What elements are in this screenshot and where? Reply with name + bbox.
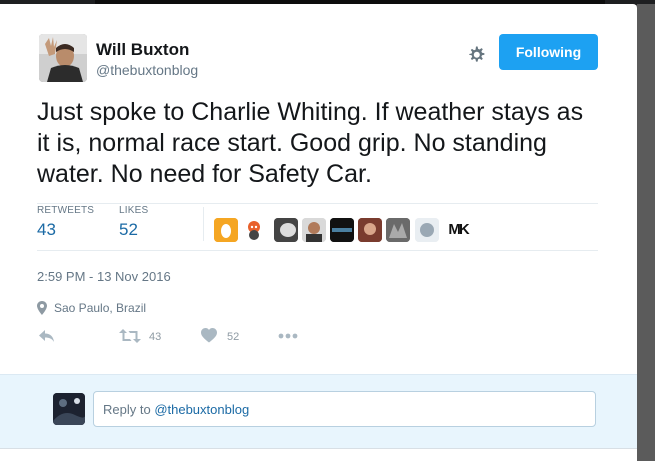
liker-avatar[interactable]: MK: [446, 218, 470, 242]
retweet-count: 43: [149, 331, 162, 343]
divider: [0, 448, 637, 449]
reply-mention: @thebuxtonblog: [154, 402, 250, 417]
likes-label: LIKES: [119, 205, 149, 216]
avatar[interactable]: [39, 34, 87, 82]
retweets-label: RETWEETS: [37, 205, 95, 216]
liker-avatar[interactable]: [274, 218, 298, 242]
location-label: Sao Paulo, Brazil: [54, 301, 147, 315]
gear-icon[interactable]: [465, 44, 487, 66]
current-user-avatar: [53, 393, 85, 425]
user-name[interactable]: Will Buxton: [96, 40, 189, 60]
reply-action[interactable]: [38, 328, 56, 348]
divider: [37, 250, 598, 251]
divider: [37, 203, 598, 204]
reply-icon: [38, 330, 56, 348]
like-count: 52: [227, 331, 240, 343]
mk-logo: MK: [448, 221, 469, 238]
user-handle[interactable]: @thebuxtonblog: [96, 62, 198, 78]
liker-avatar[interactable]: [302, 218, 326, 242]
liker-avatar[interactable]: [214, 218, 238, 242]
likes-count: 52: [119, 220, 138, 239]
retweets-count: 43: [37, 220, 56, 239]
liker-avatar[interactable]: [330, 218, 354, 242]
more-action[interactable]: [278, 328, 298, 348]
stats-separator: [203, 207, 204, 241]
reply-input[interactable]: Reply to @thebuxtonblog: [93, 391, 596, 427]
tweet-timestamp[interactable]: 2:59 PM - 13 Nov 2016: [37, 269, 171, 284]
avatar-photo: [39, 34, 87, 82]
tweet-card: Will Buxton @thebuxtonblog Following Jus…: [0, 4, 637, 461]
retweets-stat[interactable]: RETWEETS 43: [37, 205, 94, 240]
more-dots-icon: [278, 331, 298, 348]
like-action[interactable]: 52: [201, 328, 239, 348]
likes-stat[interactable]: LIKES 52: [119, 205, 148, 240]
reply-prefix: Reply to: [103, 402, 155, 417]
retweet-action[interactable]: 43: [119, 328, 161, 348]
following-button[interactable]: Following: [499, 34, 598, 70]
location-pin-icon: [37, 301, 47, 318]
heart-icon: [201, 328, 217, 347]
retweet-icon: [119, 329, 141, 348]
liker-avatar[interactable]: [242, 218, 266, 242]
liker-avatar[interactable]: [358, 218, 382, 242]
reply-area: Reply to @thebuxtonblog: [0, 374, 637, 448]
liker-avatar[interactable]: [386, 218, 410, 242]
tweet-actions: 43 52: [37, 328, 337, 350]
tweet-text: Just spoke to Charlie Whiting. If weathe…: [37, 98, 584, 188]
liker-avatar[interactable]: [415, 218, 439, 242]
backdrop-strip: [637, 4, 655, 461]
